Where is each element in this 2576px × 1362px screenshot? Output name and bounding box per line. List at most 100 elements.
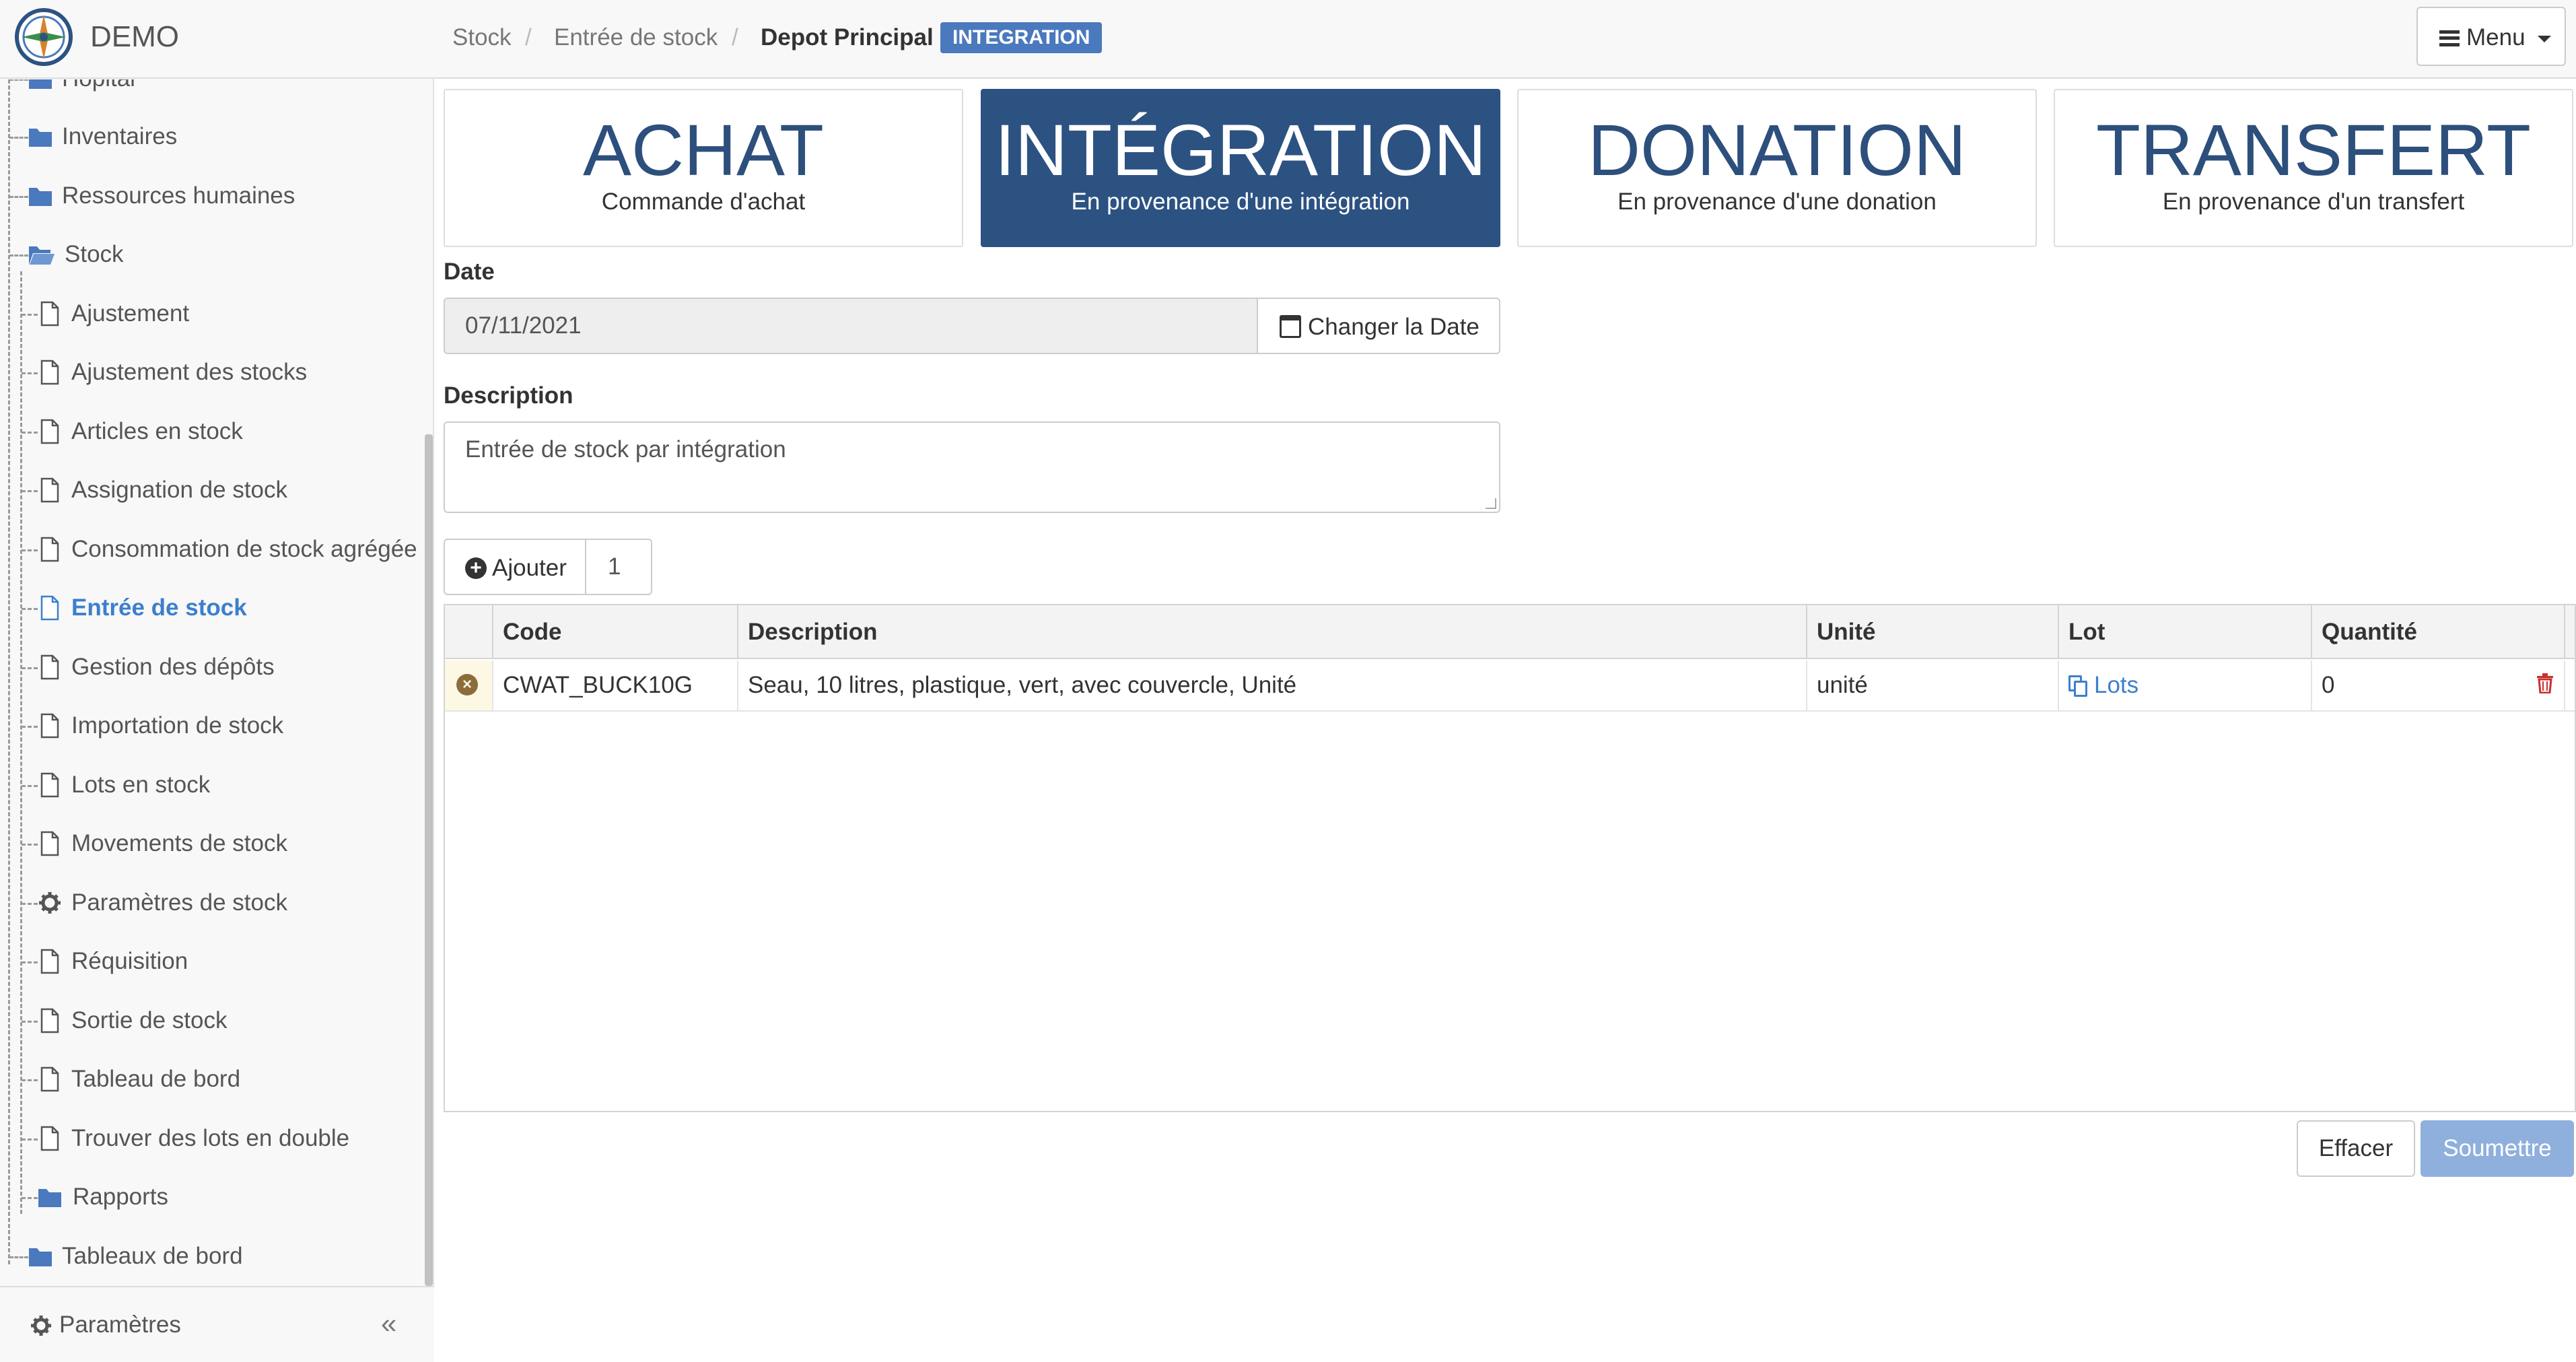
sidebar-item-inventaires[interactable]: Inventaires	[0, 113, 424, 160]
grid-header-unit[interactable]: Unité	[1807, 605, 2059, 659]
sidebar-item-label: Tableau de bord	[71, 1066, 241, 1092]
sidebar-scrollbar[interactable]	[425, 434, 433, 1286]
collapse-sidebar-button[interactable]: «	[381, 1307, 396, 1340]
sidebar-item-label: Trouver des lots en double	[71, 1125, 350, 1151]
sidebar-item-importation-de-stock[interactable]: Importation de stock	[0, 702, 424, 749]
sidebar-item-label: Rapports	[73, 1184, 169, 1210]
sidebar-item-label: Sortie de stock	[71, 1007, 228, 1033]
trash-icon[interactable]	[2536, 673, 2554, 693]
cell-actions	[2565, 660, 2575, 710]
entry-type-integration[interactable]: INTÉGRATION En provenance d'une intégrat…	[981, 89, 1500, 247]
file-icon	[40, 1008, 59, 1033]
sidebar-item-stock[interactable]: Stock	[0, 231, 424, 278]
entry-type-subtitle: En provenance d'une donation	[1617, 189, 1937, 215]
folder-icon	[29, 1248, 52, 1266]
entry-type-title: INTÉGRATION	[994, 109, 1486, 191]
compass-logo-icon	[15, 8, 73, 66]
change-date-button[interactable]: Changer la Date	[1257, 298, 1500, 354]
resize-handle-icon[interactable]	[1486, 498, 1496, 509]
entry-type-title: DONATION	[1588, 109, 1966, 191]
sidebar-footer: Paramètres «	[0, 1286, 434, 1362]
file-icon	[40, 654, 59, 680]
sidebar-item-tableau-de-bord[interactable]: Tableau de bord	[0, 1056, 424, 1103]
file-icon	[40, 1066, 59, 1092]
entry-type-achat[interactable]: ACHAT Commande d'achat	[444, 89, 963, 247]
sidebar-item-label: Réquisition	[71, 948, 188, 974]
add-rows-button[interactable]: + Ajouter	[444, 539, 586, 595]
sidebar-item-label: Stock	[65, 241, 124, 267]
sidebar-item-movements-de-stock[interactable]: Movements de stock	[0, 820, 424, 867]
add-rows-count-input[interactable]: 1	[585, 539, 652, 595]
lots-link-label: Lots	[2094, 672, 2139, 698]
top-bar: Stock / Entrée de stock / Depot Principa…	[434, 0, 2576, 79]
gear-icon	[31, 1316, 51, 1336]
sidebar-item-consommation-de-stock-agregee[interactable]: Consommation de stock agrégée	[0, 526, 424, 573]
cell-description[interactable]: Seau, 10 litres, plastique, vert, avec c…	[738, 660, 1807, 710]
sidebar-item-rapports[interactable]: Rapports	[0, 1173, 424, 1221]
folder-icon	[29, 188, 52, 206]
cell-quantity[interactable]: 0	[2312, 660, 2565, 710]
sidebar-item-tableaux-de-bord[interactable]: Tableaux de bord	[0, 1233, 424, 1280]
file-icon	[40, 537, 59, 562]
cell-lot: Lots	[2059, 660, 2312, 710]
date-field[interactable]: 07/11/2021	[444, 298, 1258, 354]
navigation-tree: Hôpital Inventaires Ressources humaines …	[0, 79, 434, 1286]
sidebar: DEMO Hôpital Inventaires Ressources huma…	[0, 0, 434, 1362]
sidebar-item-trouver-des-lots-en-double[interactable]: Trouver des lots en double	[0, 1115, 424, 1162]
description-textarea[interactable]: Entrée de stock par intégration	[444, 421, 1500, 513]
menu-button[interactable]: Menu	[2416, 7, 2566, 66]
grid-header-code[interactable]: Code	[493, 605, 738, 659]
description-text: Entrée de stock par intégration	[465, 436, 786, 463]
sidebar-item-hopital[interactable]: Hôpital	[0, 79, 424, 102]
breadcrumb-stock[interactable]: Stock	[452, 24, 512, 51]
breadcrumb-entree-de-stock[interactable]: Entrée de stock	[554, 24, 718, 51]
submit-button[interactable]: Soumettre	[2421, 1120, 2574, 1177]
brand-bar: DEMO	[0, 0, 434, 79]
grid-header-description[interactable]: Description	[738, 605, 1807, 659]
folder-icon	[38, 1189, 61, 1207]
grid-header: Code Description Unité Lot Quantité A...	[445, 605, 2575, 659]
sidebar-item-requisition[interactable]: Réquisition	[0, 938, 424, 985]
file-icon	[40, 1126, 59, 1151]
calendar-icon	[1280, 315, 1301, 338]
row-status-cell: ×	[445, 660, 493, 710]
sidebar-item-entree-de-stock[interactable]: Entrée de stock	[0, 584, 424, 632]
table-row: × CWAT_BUCK10G Seau, 10 litres, plastiqu…	[445, 660, 2575, 712]
sidebar-item-label: Ajustement des stocks	[71, 359, 308, 385]
sidebar-item-sortie-de-stock[interactable]: Sortie de stock	[0, 997, 424, 1044]
sidebar-item-ressources-humaines[interactable]: Ressources humaines	[0, 172, 424, 219]
menu-bars-icon	[2439, 30, 2460, 46]
breadcrumb-separator: /	[732, 24, 738, 50]
grid-header-quantity[interactable]: Quantité	[2312, 605, 2565, 659]
lots-link[interactable]: Lots	[2068, 672, 2138, 698]
grid-header-lot[interactable]: Lot	[2059, 605, 2312, 659]
cell-code[interactable]: CWAT_BUCK10G	[493, 660, 738, 710]
sidebar-item-parametres-de-stock[interactable]: Paramètres de stock	[0, 879, 424, 926]
entry-type-subtitle: Commande d'achat	[601, 189, 806, 215]
entry-type-transfert[interactable]: TRANSFERT En provenance d'un transfert	[2054, 89, 2573, 247]
sidebar-item-ajustement[interactable]: Ajustement	[0, 290, 424, 337]
sidebar-item-label: Lots en stock	[71, 772, 211, 798]
menu-button-label: Menu	[2466, 24, 2526, 50]
sidebar-item-gestion-des-depots[interactable]: Gestion des dépôts	[0, 644, 424, 691]
entry-type-title: ACHAT	[582, 109, 824, 191]
file-icon	[40, 477, 59, 503]
add-rows-label: Ajouter	[492, 555, 567, 581]
file-icon	[40, 713, 59, 739]
sidebar-item-lots-en-stock[interactable]: Lots en stock	[0, 761, 424, 809]
sidebar-item-label: Ressources humaines	[62, 182, 295, 209]
caret-down-icon	[2538, 36, 2551, 42]
sidebar-item-label: Entrée de stock	[71, 594, 247, 621]
grid-header-actions[interactable]: A...	[2565, 605, 2575, 659]
file-icon	[40, 360, 59, 385]
sidebar-item-assignation-de-stock[interactable]: Assignation de stock	[0, 467, 424, 514]
settings-link[interactable]: Paramètres	[59, 1312, 181, 1338]
sidebar-item-label: Articles en stock	[71, 418, 243, 444]
sidebar-item-ajustement-des-stocks[interactable]: Ajustement des stocks	[0, 349, 424, 396]
clear-button[interactable]: Effacer	[2297, 1120, 2415, 1177]
sidebar-item-label: Tableaux de bord	[62, 1243, 243, 1269]
entry-type-donation[interactable]: DONATION En provenance d'une donation	[1517, 89, 2037, 247]
description-label: Description	[444, 382, 573, 409]
sidebar-item-articles-en-stock[interactable]: Articles en stock	[0, 408, 424, 455]
app-root: DEMO Hôpital Inventaires Ressources huma…	[0, 0, 2576, 1362]
